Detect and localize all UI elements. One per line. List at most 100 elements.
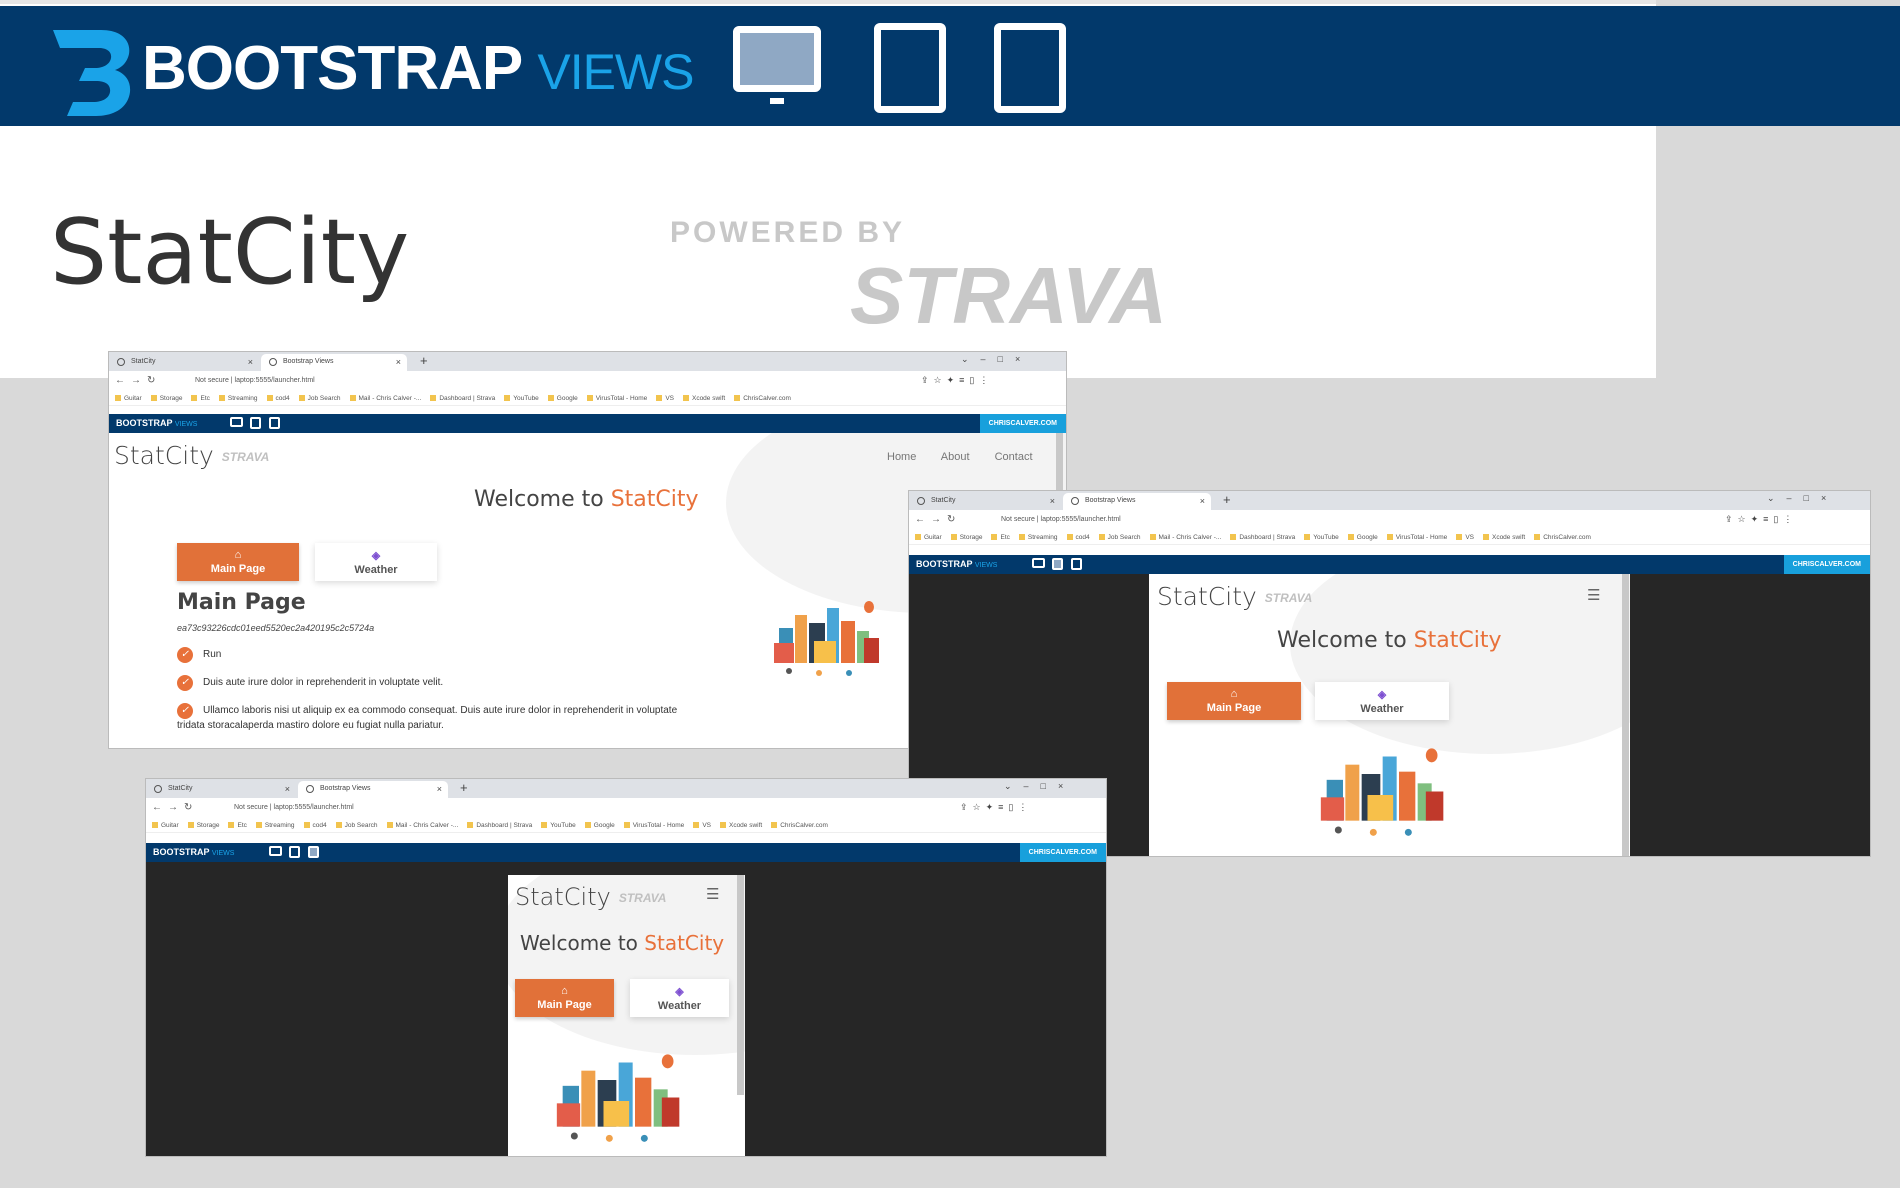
bookmark[interactable]: Mail - Chris Calver -... xyxy=(350,395,422,402)
bookmark[interactable]: Mail - Chris Calver -... xyxy=(1150,534,1222,541)
bookmark[interactable]: YouTube xyxy=(1304,534,1339,541)
bookmark[interactable]: Storage xyxy=(151,395,183,402)
bookmark[interactable]: Streaming xyxy=(256,822,295,829)
bookmark[interactable]: VS xyxy=(693,822,711,829)
chriscalver-link[interactable]: CHRISCALVER.COM xyxy=(1019,843,1106,862)
bookmark[interactable]: Job Search xyxy=(1099,534,1141,541)
tab-bootstrap-views[interactable]: Bootstrap Views × xyxy=(298,781,448,798)
window-controls[interactable]: ⌄–□× xyxy=(961,354,1032,365)
bookmark[interactable]: ChrisCalver.com xyxy=(1534,534,1591,541)
bookmark[interactable]: VirusTotal - Home xyxy=(587,395,648,402)
tab-weather[interactable]: ◈ Weather xyxy=(630,979,729,1017)
url-field[interactable]: Not secure | laptop:5555/launcher.html xyxy=(979,513,1619,528)
site-brand[interactable]: StatCity STRAVA xyxy=(114,441,269,470)
site-brand[interactable]: StatCity STRAVA xyxy=(515,883,666,911)
tablet-view-icon[interactable] xyxy=(874,23,946,113)
tablet-view-icon[interactable] xyxy=(289,846,300,858)
tab-main-page[interactable]: ⌂ Main Page xyxy=(515,979,614,1017)
new-tab-button[interactable]: + xyxy=(460,780,468,795)
bookmark[interactable]: Job Search xyxy=(336,822,378,829)
bookmark[interactable]: Google xyxy=(585,822,615,829)
scrollbar[interactable] xyxy=(737,875,744,1095)
bookmark[interactable]: VS xyxy=(656,395,674,402)
nav-about-link[interactable]: About xyxy=(941,451,970,463)
new-tab-button[interactable]: + xyxy=(420,353,428,368)
url-field[interactable]: Not secure | laptop:5555/launcher.html xyxy=(173,374,1033,389)
bookmark[interactable]: Etc xyxy=(191,395,209,402)
bookmark[interactable]: cod4 xyxy=(1067,534,1090,541)
bookmark[interactable]: YouTube xyxy=(504,395,539,402)
bookmark[interactable]: Mail - Chris Calver -... xyxy=(387,822,459,829)
nav-contact-link[interactable]: Contact xyxy=(995,451,1033,463)
hamburger-menu-icon[interactable]: ☰ xyxy=(706,885,719,903)
bookmark[interactable]: Xcode swift xyxy=(720,822,762,829)
tab-statcity[interactable]: StatCity × xyxy=(109,354,259,371)
url-field[interactable]: Not secure | laptop:5555/launcher.html xyxy=(212,801,852,816)
bookmark[interactable]: Google xyxy=(548,395,578,402)
bookmark[interactable]: Guitar xyxy=(915,534,942,541)
desktop-view-icon[interactable] xyxy=(269,846,282,856)
bookmark[interactable]: Guitar xyxy=(115,395,142,402)
bookmark[interactable]: cod4 xyxy=(267,395,290,402)
bookmark[interactable]: Storage xyxy=(188,822,220,829)
close-icon[interactable]: × xyxy=(1050,496,1055,506)
bookmark[interactable]: VirusTotal - Home xyxy=(1387,534,1448,541)
bookmark[interactable]: Xcode swift xyxy=(1483,534,1525,541)
bookmark[interactable]: ChrisCalver.com xyxy=(734,395,791,402)
bookmark[interactable]: Xcode swift xyxy=(683,395,725,402)
toolbar-icons[interactable]: ⇪☆✦≡▯⋮ xyxy=(921,375,993,386)
tab-main-page[interactable]: ⌂ Main Page xyxy=(1167,682,1301,720)
bookmark[interactable]: Etc xyxy=(228,822,246,829)
tab-weather[interactable]: ◈ Weather xyxy=(1315,682,1449,720)
close-icon[interactable]: × xyxy=(396,357,401,367)
bookmark[interactable]: Google xyxy=(1348,534,1378,541)
toolbar-icons[interactable]: ⇪☆✦≡▯⋮ xyxy=(960,802,1032,813)
bookmark[interactable]: Storage xyxy=(951,534,983,541)
nav-buttons[interactable]: ←→↻ xyxy=(152,802,198,813)
nav-buttons[interactable]: ←→↻ xyxy=(915,514,961,525)
window-controls[interactable]: ⌄–□× xyxy=(1767,493,1838,504)
tab-bootstrap-views[interactable]: Bootstrap Views × xyxy=(261,354,407,371)
chriscalver-link[interactable]: CHRISCALVER.COM xyxy=(1783,555,1870,574)
bookmark[interactable]: Streaming xyxy=(219,395,258,402)
mobile-view-icon[interactable] xyxy=(308,846,319,858)
bookmark[interactable]: Dashboard | Strava xyxy=(1230,534,1295,541)
close-icon[interactable]: × xyxy=(248,357,253,367)
tab-statcity[interactable]: StatCity × xyxy=(146,781,296,798)
bookmark[interactable]: VS xyxy=(1456,534,1474,541)
tablet-view-icon[interactable] xyxy=(250,417,261,429)
nav-home-link[interactable]: Home xyxy=(887,451,916,463)
bookmark[interactable]: Guitar xyxy=(152,822,179,829)
bookmark[interactable]: cod4 xyxy=(304,822,327,829)
desktop-view-icon[interactable] xyxy=(230,417,243,427)
tab-bootstrap-views[interactable]: Bootstrap Views × xyxy=(1063,493,1211,510)
close-icon[interactable]: × xyxy=(1200,496,1205,506)
bookmark[interactable]: Job Search xyxy=(299,395,341,402)
bookmark[interactable]: Dashboard | Strava xyxy=(430,395,495,402)
bookmark[interactable]: Streaming xyxy=(1019,534,1058,541)
bookmark[interactable]: VirusTotal - Home xyxy=(624,822,685,829)
bookmark[interactable]: Dashboard | Strava xyxy=(467,822,532,829)
site-brand[interactable]: StatCity STRAVA xyxy=(1157,582,1312,611)
desktop-view-icon[interactable] xyxy=(733,26,821,92)
tab-statcity[interactable]: StatCity × xyxy=(909,493,1061,510)
chriscalver-link[interactable]: CHRISCALVER.COM xyxy=(979,414,1066,433)
desktop-view-icon[interactable] xyxy=(1032,558,1045,568)
window-controls[interactable]: ⌄–□× xyxy=(1004,781,1075,792)
mobile-view-icon[interactable] xyxy=(1071,558,1082,570)
nav-buttons[interactable]: ←→↻ xyxy=(115,375,161,386)
tablet-view-icon[interactable] xyxy=(1052,558,1063,570)
scrollbar[interactable] xyxy=(1622,574,1629,856)
mobile-view-icon[interactable] xyxy=(269,417,280,429)
tab-weather[interactable]: ◈ Weather xyxy=(315,543,437,581)
hamburger-menu-icon[interactable]: ☰ xyxy=(1587,586,1600,604)
close-icon[interactable]: × xyxy=(437,784,442,794)
bookmark[interactable]: YouTube xyxy=(541,822,576,829)
new-tab-button[interactable]: + xyxy=(1223,492,1231,507)
mobile-view-icon[interactable] xyxy=(994,23,1066,113)
close-icon[interactable]: × xyxy=(285,784,290,794)
tab-main-page[interactable]: ⌂ Main Page xyxy=(177,543,299,581)
toolbar-icons[interactable]: ⇪☆✦≡▯⋮ xyxy=(1725,514,1797,525)
bookmark[interactable]: Etc xyxy=(991,534,1009,541)
bookmark[interactable]: ChrisCalver.com xyxy=(771,822,828,829)
